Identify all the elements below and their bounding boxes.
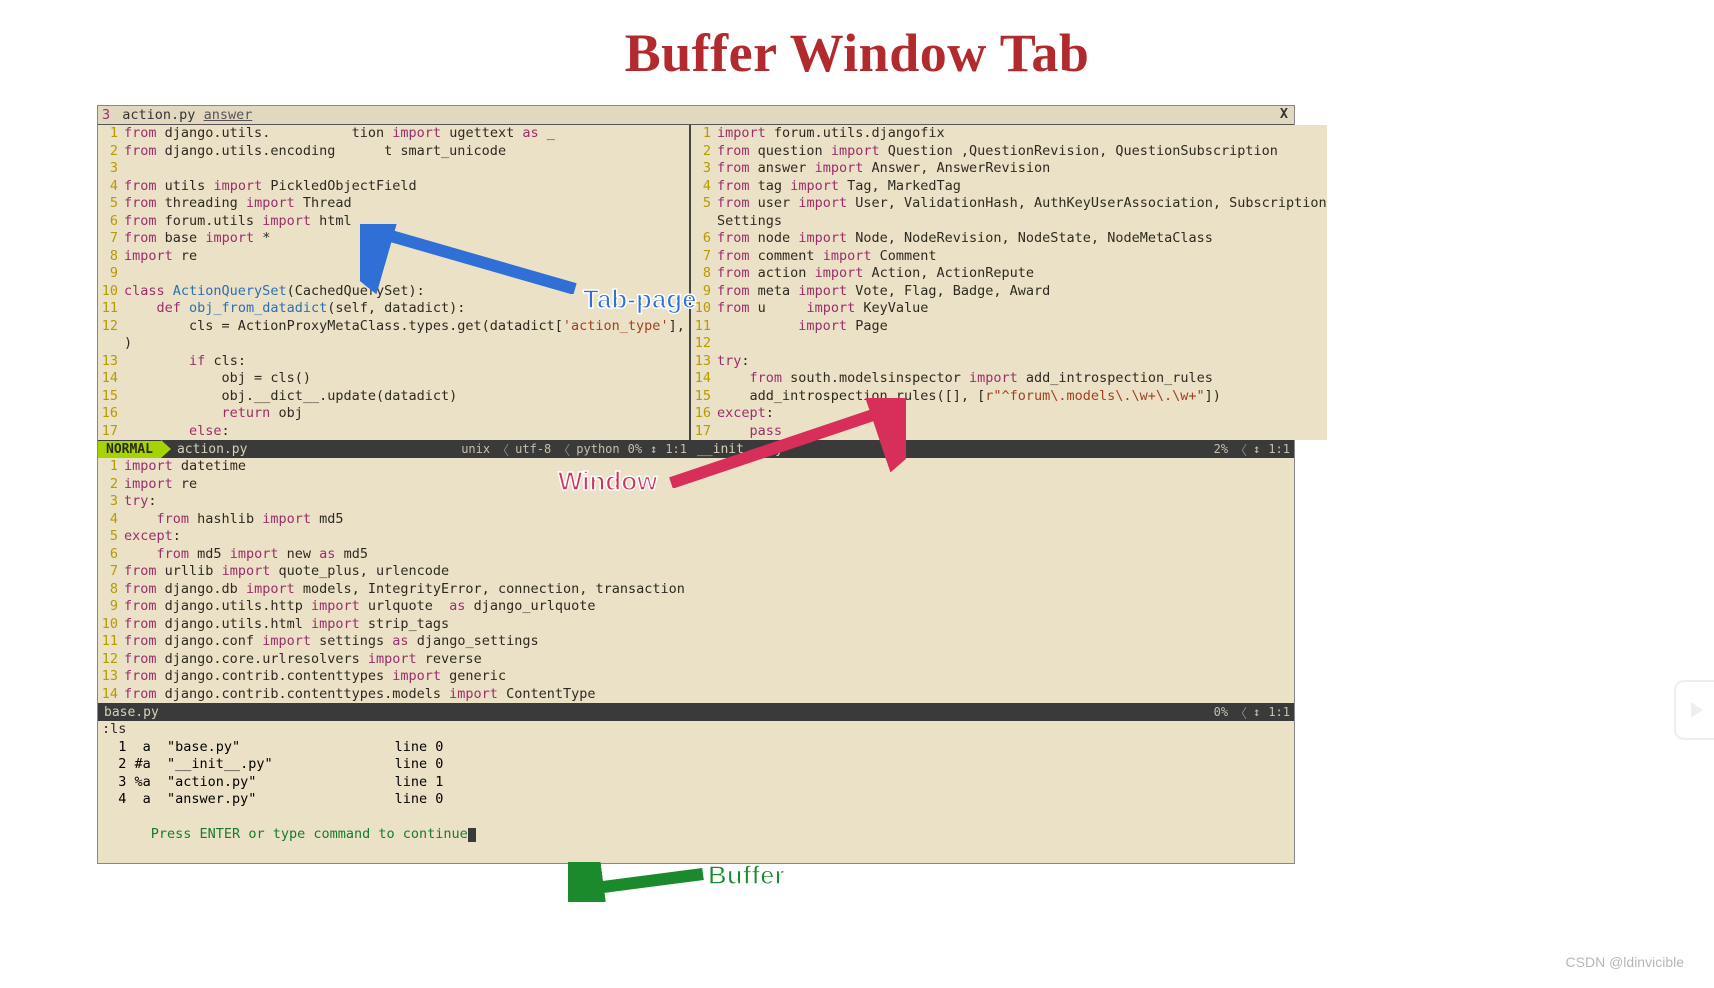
code-line: 3 (98, 160, 689, 178)
buffer-list-item: 4 a "answer.py" line 0 (102, 791, 1290, 809)
code-line: 1from django.utils. tion import ugettext… (98, 125, 689, 143)
code-line: 2from question import Question ,Question… (691, 143, 1327, 161)
code-line: 8import re (98, 248, 689, 266)
buffer-list-item: 3 %a "action.py" line 1 (102, 774, 1290, 792)
right-code[interactable]: 1import forum.utils.djangofix2from quest… (691, 125, 1327, 440)
code-line: 10from u import KeyValue (691, 300, 1327, 318)
tab-active[interactable]: action.py (122, 107, 195, 123)
code-line: 4 from hashlib import md5 (98, 511, 1294, 529)
command-area[interactable]: :ls 1 a "base.py" line 0 2 #a "__init__.… (98, 721, 1294, 863)
split-panes: 1from django.utils. tion import ugettext… (98, 125, 1294, 440)
status-file-bottom: base.py (98, 705, 159, 720)
code-line: 6from forum.utils import html (98, 213, 689, 231)
buffer-list: 1 a "base.py" line 0 2 #a "__init__.py" … (102, 739, 1290, 809)
tab-count: 3 (102, 107, 110, 123)
annotation-tab-page: Tab-page (583, 284, 697, 315)
code-line: 16 return obj (98, 405, 689, 423)
code-line: 10from django.utils.html import strip_ta… (98, 616, 1294, 634)
mode-badge: NORMAL (98, 441, 161, 458)
code-line: 13 if cls: (98, 353, 689, 371)
left-code[interactable]: 1from django.utils. tion import ugettext… (98, 125, 689, 440)
annotation-window: Window (558, 466, 657, 497)
code-line: 8from action import Action, ActionRepute (691, 265, 1327, 283)
ls-command: :ls (102, 721, 1290, 739)
status-bar-bottom: base.py 0%〈 ↕ 1:1 (98, 703, 1294, 721)
code-line: 11 import Page (691, 318, 1327, 336)
code-line: 14 obj = cls() (98, 370, 689, 388)
tab-inactive[interactable]: answer (204, 107, 253, 123)
code-line: 9 (98, 265, 689, 283)
code-line: 3try: (98, 493, 1294, 511)
code-line: 13from django.contrib.contenttypes impor… (98, 668, 1294, 686)
status-file-left: action.py (171, 442, 247, 457)
left-pane[interactable]: 1from django.utils. tion import ugettext… (98, 125, 691, 440)
vim-editor: 3 action.py answer X 1from django.utils.… (97, 105, 1295, 864)
annotation-buffer: Buffer (708, 860, 785, 891)
code-line: 2from django.utils.encoding t smart_unic… (98, 143, 689, 161)
code-line: 12from django.core.urlresolvers import r… (98, 651, 1294, 669)
code-line: ) (98, 335, 689, 353)
play-hint-icon[interactable] (1674, 680, 1714, 740)
code-line: 16except: (691, 405, 1327, 423)
code-line: 17 else: (98, 423, 689, 441)
code-line: 7from base import * (98, 230, 689, 248)
code-line: 15 obj.__dict__.update(datadict) (98, 388, 689, 406)
bottom-code[interactable]: 1import datetime2import re3try:4 from ha… (98, 458, 1294, 703)
code-line: 7from comment import Comment (691, 248, 1327, 266)
code-line: Settings (691, 213, 1327, 231)
code-line: 5from user import User, ValidationHash, … (691, 195, 1327, 213)
tab-bar[interactable]: 3 action.py answer X (98, 106, 1294, 125)
close-icon[interactable]: X (1280, 106, 1288, 122)
code-line: 6from node import Node, NodeRevision, No… (691, 230, 1327, 248)
status-file-right: __init__.py (691, 442, 783, 457)
code-line: 9from django.utils.http import urlquote … (98, 598, 1294, 616)
code-line: 5except: (98, 528, 1294, 546)
code-line: 17 pass (691, 423, 1327, 441)
code-line: 8from django.db import models, Integrity… (98, 581, 1294, 599)
code-line: 12 (691, 335, 1327, 353)
right-pane[interactable]: 1import forum.utils.djangofix2from quest… (691, 125, 1327, 440)
code-line: 6 from md5 import new as md5 (98, 546, 1294, 564)
code-line: 11from django.conf import settings as dj… (98, 633, 1294, 651)
code-line: 14from django.contrib.contenttypes.model… (98, 686, 1294, 704)
code-line: 13try: (691, 353, 1327, 371)
code-line: 5from threading import Thread (98, 195, 689, 213)
code-line: 14 from south.modelsinspector import add… (691, 370, 1327, 388)
buffer-list-item: 1 a "base.py" line 0 (102, 739, 1290, 757)
code-line: 2import re (98, 476, 1294, 494)
buffer-list-item: 2 #a "__init__.py" line 0 (102, 756, 1290, 774)
arrow-green-icon (568, 862, 708, 902)
code-line: 4from tag import Tag, MarkedTag (691, 178, 1327, 196)
cursor-icon (468, 828, 476, 842)
code-line: 3from answer import Answer, AnswerRevisi… (691, 160, 1327, 178)
code-line: 12 cls = ActionProxyMetaClass.types.get(… (98, 318, 689, 336)
code-line: 1import forum.utils.djangofix (691, 125, 1327, 143)
bottom-pane[interactable]: 1import datetime2import re3try:4 from ha… (98, 458, 1294, 703)
watermark: CSDN @ldinvicible (1566, 954, 1684, 970)
code-line: 7from urllib import quote_plus, urlencod… (98, 563, 1294, 581)
status-bar-split: NORMAL action.py unix〈 utf-8〈 python 0% … (98, 440, 1294, 458)
code-line: 1import datetime (98, 458, 1294, 476)
code-line: 9from meta import Vote, Flag, Badge, Awa… (691, 283, 1327, 301)
prompt-line: Press ENTER or type command to continue (102, 809, 1290, 862)
mode-arrow-icon (161, 440, 171, 458)
code-line: 4from utils import PickledObjectField (98, 178, 689, 196)
slide-title: Buffer Window Tab (0, 0, 1714, 94)
code-line: 15 add_introspection_rules([], [r"^forum… (691, 388, 1327, 406)
